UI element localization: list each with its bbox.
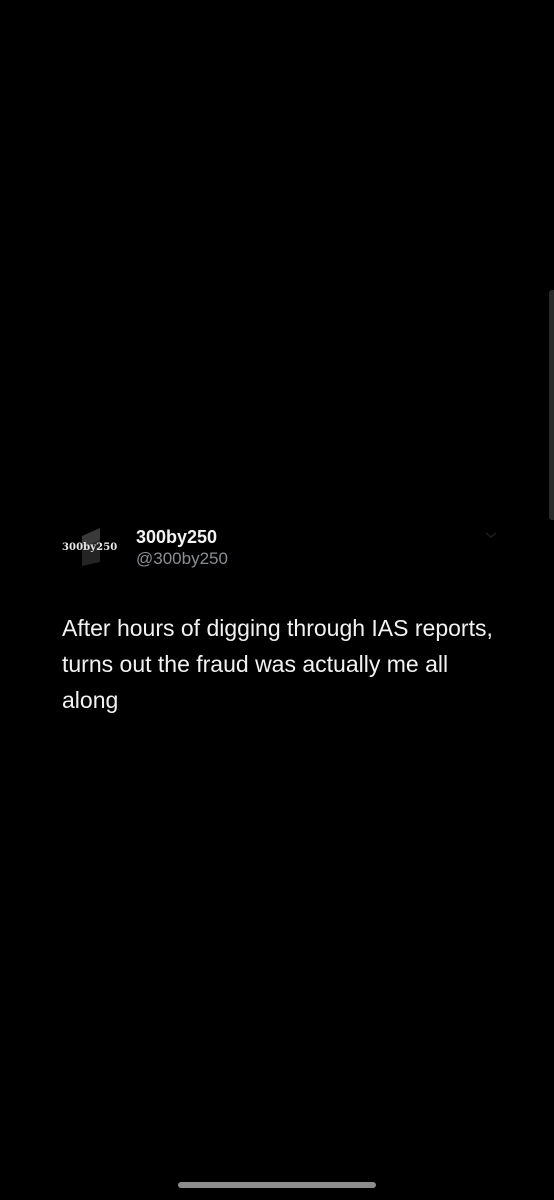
tweet-text: After hours of digging through IAS repor… (62, 615, 493, 713)
author-names[interactable]: 300by250 @300by250 (136, 526, 228, 570)
home-indicator[interactable] (178, 1182, 376, 1188)
tweet-card[interactable]: 300by250 300by250 @300by250 After hours … (62, 520, 502, 718)
scroll-indicator[interactable] (549, 290, 554, 520)
display-name[interactable]: 300by250 (136, 526, 228, 548)
avatar[interactable]: 300by250 (62, 526, 126, 566)
user-handle[interactable]: @300by250 (136, 548, 228, 570)
chevron-down-icon[interactable] (484, 530, 498, 540)
tweet-header: 300by250 300by250 @300by250 (62, 520, 502, 580)
avatar-logo-text: 300by250 (62, 542, 118, 553)
screen: 300by250 300by250 @300by250 After hours … (0, 0, 554, 1200)
